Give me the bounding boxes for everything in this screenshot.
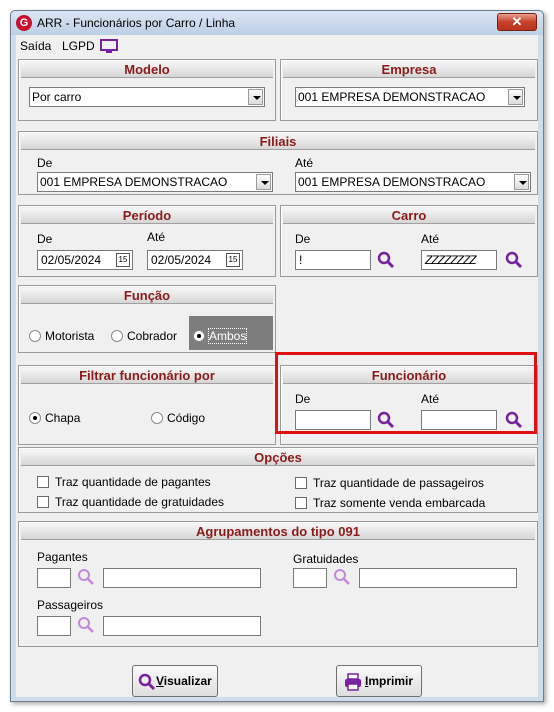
carro-header: Carro xyxy=(283,208,535,224)
carro-de-label: De xyxy=(295,232,311,246)
filiais-de-combo[interactable]: 001 EMPRESA DEMONSTRACAO xyxy=(37,172,273,192)
passageiros-code-input[interactable] xyxy=(37,616,71,636)
filiais-de-label: De xyxy=(37,156,53,170)
chevron-down-icon[interactable] xyxy=(508,89,523,105)
imprimir-button[interactable]: Imprimir xyxy=(336,665,422,697)
checkbox-passageiros[interactable] xyxy=(295,477,307,489)
carro-de-value: ! xyxy=(299,253,303,267)
filiais-ate-combo[interactable]: 001 EMPRESA DEMONSTRACAO xyxy=(295,172,531,192)
modelo-header: Modelo xyxy=(21,62,273,78)
window-title: ARR - Funcionários por Carro / Linha xyxy=(37,16,236,30)
carro-ate-label: Até xyxy=(421,232,440,246)
chevron-down-icon[interactable] xyxy=(256,174,271,190)
periodo-ate-label: Até xyxy=(147,230,166,244)
funcao-option-motorista[interactable]: Motorista xyxy=(45,329,94,343)
opcao-venda-embarcada-label[interactable]: Traz somente venda embarcada xyxy=(313,496,485,510)
visualizar-label: Visualizar xyxy=(156,674,212,688)
menu-saida[interactable]: Saída xyxy=(20,39,51,53)
visualizar-button[interactable]: Visualizar xyxy=(132,665,218,697)
gratuidades-code-input[interactable] xyxy=(293,568,327,588)
filtrar-panel: Filtrar funcionário por Chapa Código xyxy=(18,365,276,445)
title-bar: G ARR - Funcionários por Carro / Linha ✕ xyxy=(11,11,543,35)
passageiros-desc-input[interactable] xyxy=(103,616,261,636)
modelo-value: Por carro xyxy=(32,90,82,104)
radio-cobrador[interactable] xyxy=(111,330,123,342)
modelo-panel: Modelo Por carro xyxy=(18,59,276,121)
carro-ate-input[interactable]: ZZZZZZZZ xyxy=(421,250,497,270)
search-icon[interactable] xyxy=(77,568,95,586)
filtrar-option-codigo[interactable]: Código xyxy=(167,411,205,425)
funcao-option-ambos[interactable]: Ambos xyxy=(207,328,248,344)
opcao-gratuidades-label[interactable]: Traz quantidade de gratuidades xyxy=(55,495,224,509)
opcoes-panel: Opções Traz quantidade de pagantes Traz … xyxy=(18,447,538,513)
filiais-de-value: 001 EMPRESA DEMONSTRACAO xyxy=(40,175,228,189)
imprimir-label: Imprimir xyxy=(365,674,414,688)
passageiros-label: Passageiros xyxy=(37,598,104,612)
pagantes-code-input[interactable] xyxy=(37,568,71,588)
calendar-icon[interactable]: 15 xyxy=(116,253,130,267)
periodo-header: Período xyxy=(21,208,273,224)
periodo-ate-value: 02/05/2024 xyxy=(151,253,212,267)
empresa-panel: Empresa 001 EMPRESA DEMONSTRACAO xyxy=(280,59,538,121)
carro-ate-value: ZZZZZZZZ xyxy=(425,253,477,267)
filtrar-option-chapa[interactable]: Chapa xyxy=(45,411,80,425)
filiais-panel: Filiais De 001 EMPRESA DEMONSTRACAO Até … xyxy=(18,131,538,195)
search-icon[interactable] xyxy=(77,616,95,634)
search-icon[interactable] xyxy=(333,568,351,586)
chevron-down-icon[interactable] xyxy=(248,89,263,105)
gratuidades-desc-input[interactable] xyxy=(359,568,517,588)
checkbox-gratuidades[interactable] xyxy=(37,496,49,508)
pagantes-label: Pagantes xyxy=(37,550,88,564)
pagantes-desc-input[interactable] xyxy=(103,568,261,588)
filiais-header: Filiais xyxy=(21,134,535,150)
gratuidades-label: Gratuidades xyxy=(293,552,359,566)
search-icon[interactable] xyxy=(505,251,523,269)
filiais-ate-value: 001 EMPRESA DEMONSTRACAO xyxy=(298,175,486,189)
checkbox-venda-embarcada[interactable] xyxy=(295,497,307,509)
app-logo-icon: G xyxy=(16,15,32,31)
funcao-panel: Função Motorista Cobrador Ambos xyxy=(18,285,276,353)
agrupamentos-header: Agrupamentos do tipo 091 xyxy=(21,524,535,540)
periodo-de-label: De xyxy=(37,232,53,246)
opcao-passageiros-label[interactable]: Traz quantidade de passageiros xyxy=(313,476,484,490)
menu-lgpd[interactable]: LGPD xyxy=(62,39,95,53)
highlight-box xyxy=(275,352,537,434)
radio-motorista[interactable] xyxy=(29,330,41,342)
chevron-down-icon[interactable] xyxy=(514,174,529,190)
funcao-option-cobrador[interactable]: Cobrador xyxy=(127,329,177,343)
agrupamentos-panel: Agrupamentos do tipo 091 Pagantes Gratui… xyxy=(18,521,538,647)
periodo-ate-input[interactable]: 02/05/2024 15 xyxy=(147,250,243,270)
monitor-icon[interactable] xyxy=(100,39,118,55)
empresa-header: Empresa xyxy=(283,62,535,78)
opcao-pagantes-label[interactable]: Traz quantidade de pagantes xyxy=(55,475,211,489)
radio-ambos[interactable] xyxy=(193,330,205,342)
periodo-de-input[interactable]: 02/05/2024 15 xyxy=(37,250,133,270)
carro-de-input[interactable]: ! xyxy=(295,250,371,270)
calendar-icon[interactable]: 15 xyxy=(226,253,240,267)
filtrar-header: Filtrar funcionário por xyxy=(21,368,273,384)
checkbox-pagantes[interactable] xyxy=(37,476,49,488)
search-icon[interactable] xyxy=(377,251,395,269)
close-button[interactable]: ✕ xyxy=(497,13,537,31)
filiais-ate-label: Até xyxy=(295,156,314,170)
radio-codigo[interactable] xyxy=(151,412,163,424)
search-icon xyxy=(138,673,156,691)
empresa-value: 001 EMPRESA DEMONSTRACAO xyxy=(298,90,486,104)
funcao-header: Função xyxy=(21,288,273,304)
modelo-combo[interactable]: Por carro xyxy=(29,87,265,107)
carro-panel: Carro De ! Até ZZZZZZZZ xyxy=(280,205,538,277)
radio-chapa[interactable] xyxy=(29,412,41,424)
opcoes-header: Opções xyxy=(21,450,535,466)
printer-icon xyxy=(345,673,361,691)
periodo-panel: Período De 02/05/2024 15 Até 02/05/2024 … xyxy=(18,205,276,277)
empresa-combo[interactable]: 001 EMPRESA DEMONSTRACAO xyxy=(295,87,525,107)
periodo-de-value: 02/05/2024 xyxy=(41,253,102,267)
